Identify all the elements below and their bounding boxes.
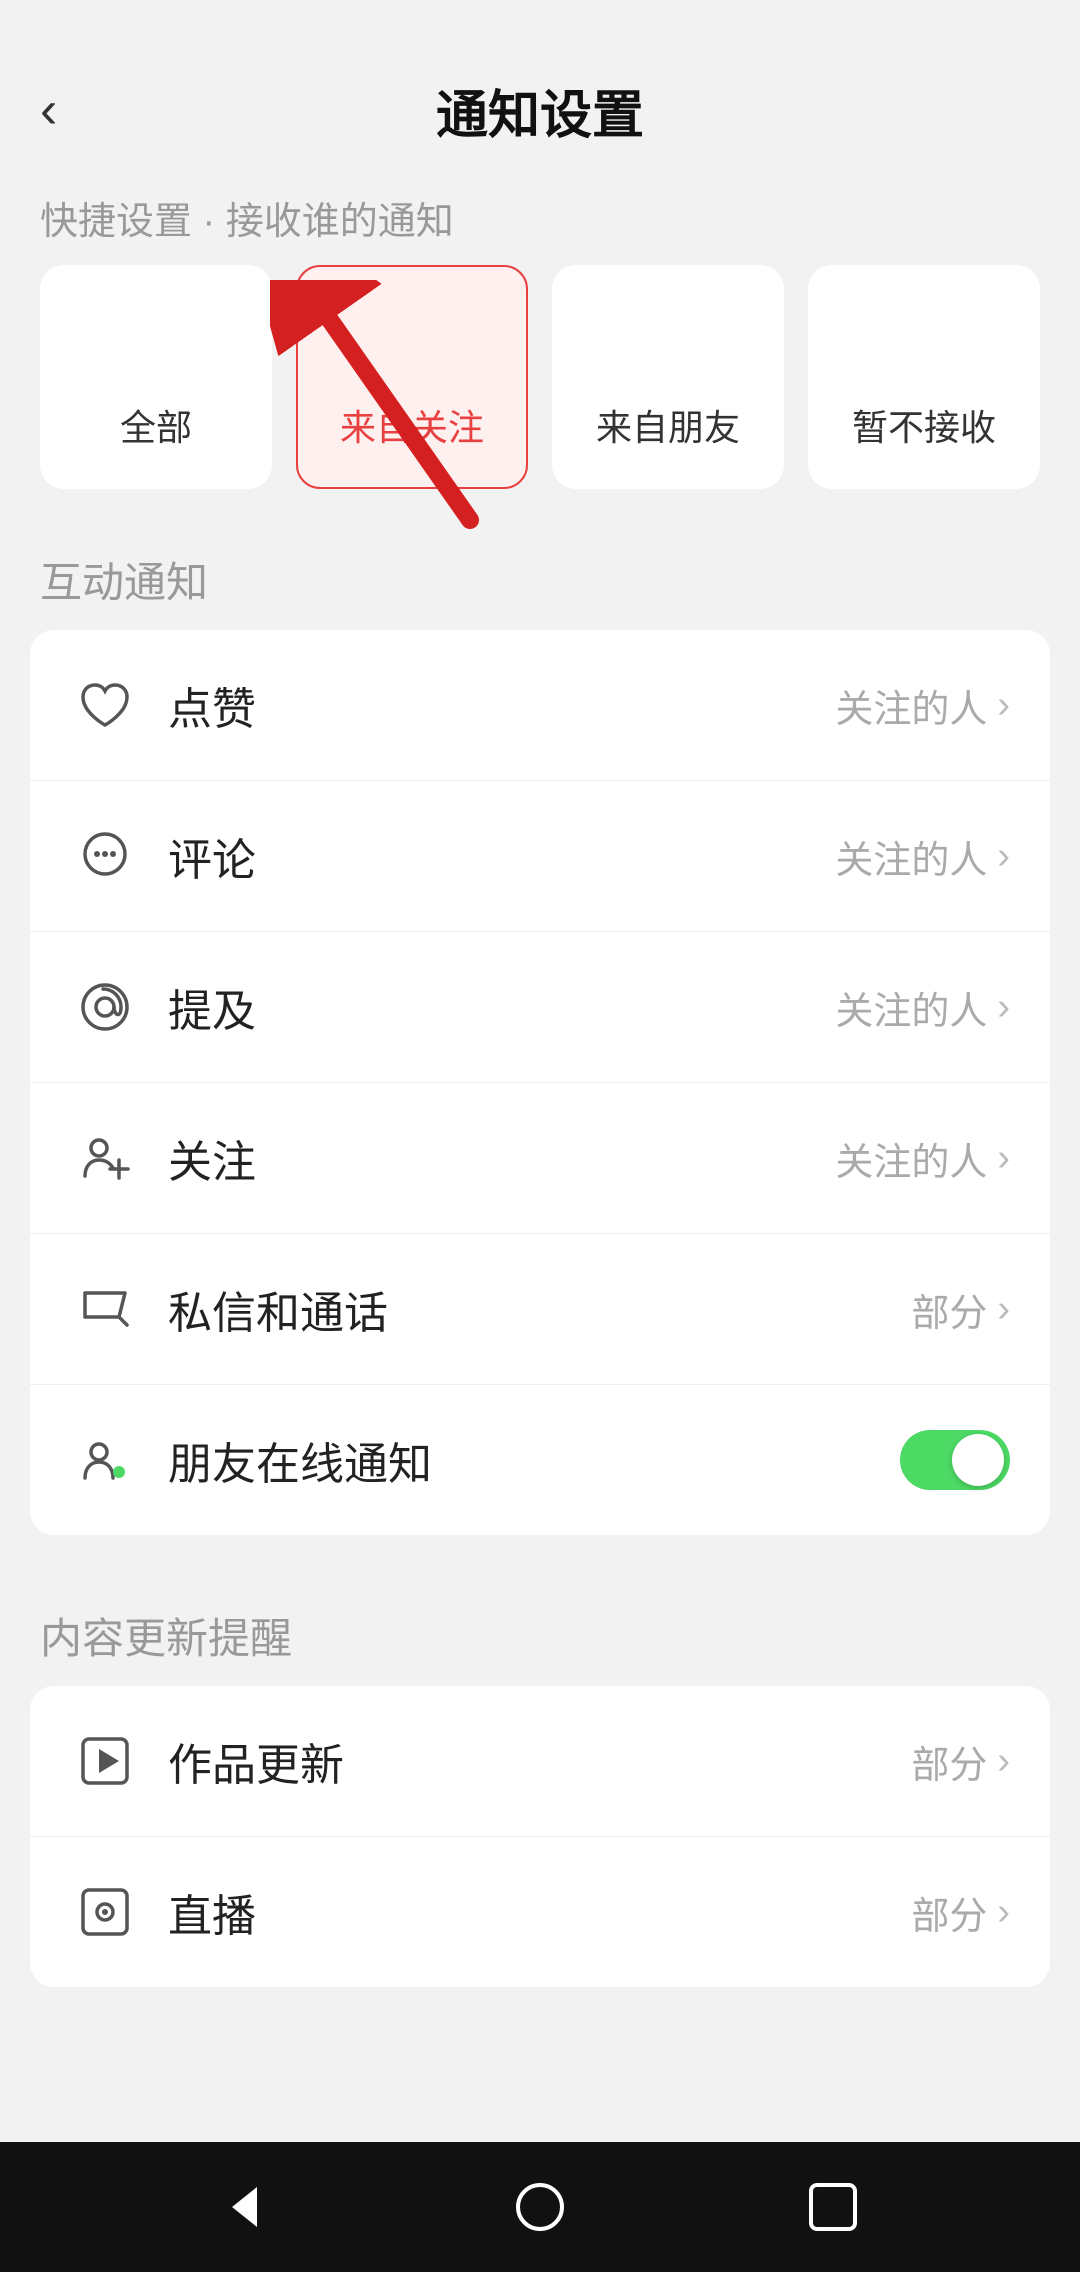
online-item[interactable]: 朋友在线通知 — [30, 1385, 1050, 1535]
mention-value: 关注的人 › — [835, 980, 1010, 1035]
like-value: 关注的人 › — [835, 678, 1010, 733]
works-chevron: › — [997, 1740, 1010, 1783]
nav-recent-button[interactable] — [793, 2167, 873, 2247]
message-chevron: › — [997, 1288, 1010, 1331]
live-item[interactable]: 直播 部分 › — [30, 1837, 1050, 1987]
quick-item-none[interactable]: 暂不接收 — [808, 265, 1040, 489]
like-label: 点赞 — [168, 673, 835, 737]
live-icon — [70, 1877, 140, 1947]
content-section-title: 内容更新提醒 — [0, 1575, 1080, 1686]
works-icon — [70, 1726, 140, 1796]
online-toggle[interactable] — [900, 1430, 1010, 1490]
message-value: 部分 › — [911, 1282, 1010, 1337]
quick-settings-label: 快捷设置 · 接收谁的通知 — [0, 160, 1080, 265]
back-button[interactable]: ‹ — [40, 80, 57, 140]
mention-item[interactable]: 提及 关注的人 › — [30, 932, 1050, 1083]
like-item[interactable]: 点赞 关注的人 › — [30, 630, 1050, 781]
interaction-section-title: 互动通知 — [0, 519, 1080, 630]
online-icon — [70, 1425, 140, 1495]
live-chevron: › — [997, 1891, 1010, 1934]
status-bar — [0, 0, 1080, 60]
quick-item-all[interactable]: 全部 — [40, 265, 272, 489]
live-label: 直播 — [168, 1880, 911, 1944]
comment-value: 关注的人 › — [835, 829, 1010, 884]
nav-home-button[interactable] — [500, 2167, 580, 2247]
navigation-bar — [0, 2142, 1080, 2272]
header: ‹ 通知设置 — [0, 60, 1080, 160]
follow-item[interactable]: 关注 关注的人 › — [30, 1083, 1050, 1234]
follow-label: 关注 — [168, 1126, 835, 1190]
quick-settings-grid: 全部 来自关注 来自朋友 — [0, 265, 1080, 519]
follow-chevron: › — [997, 1137, 1010, 1180]
page-title: 通知设置 — [436, 73, 644, 148]
mention-chevron: › — [997, 986, 1010, 1029]
quick-item-none-label: 暂不接收 — [852, 399, 996, 451]
comment-icon — [70, 821, 140, 891]
follow-value: 关注的人 › — [835, 1131, 1010, 1186]
comment-item[interactable]: 评论 关注的人 › — [30, 781, 1050, 932]
works-item[interactable]: 作品更新 部分 › — [30, 1686, 1050, 1837]
live-value: 部分 › — [911, 1885, 1010, 1940]
toggle-knob — [952, 1434, 1004, 1486]
message-icon — [70, 1274, 140, 1344]
mention-icon — [70, 972, 140, 1042]
works-value: 部分 › — [911, 1734, 1010, 1789]
follow-icon — [70, 1123, 140, 1193]
quick-item-all-label: 全部 — [120, 399, 192, 451]
online-label: 朋友在线通知 — [168, 1428, 900, 1492]
quick-item-friends-label: 来自朋友 — [596, 399, 740, 451]
interaction-card: 点赞 关注的人 › 评论 关注的人 › — [30, 630, 1050, 1535]
quick-item-friends[interactable]: 来自朋友 — [552, 265, 784, 489]
comment-chevron: › — [997, 835, 1010, 878]
comment-label: 评论 — [168, 824, 835, 888]
message-item[interactable]: 私信和通话 部分 › — [30, 1234, 1050, 1385]
like-icon — [70, 670, 140, 740]
like-chevron: › — [997, 684, 1010, 727]
nav-back-button[interactable] — [207, 2167, 287, 2247]
quick-item-following[interactable]: 来自关注 — [296, 265, 528, 489]
mention-label: 提及 — [168, 975, 835, 1039]
works-label: 作品更新 — [168, 1729, 911, 1793]
content-card: 作品更新 部分 › 直播 部分 › — [30, 1686, 1050, 1987]
quick-item-following-label: 来自关注 — [340, 399, 484, 451]
message-label: 私信和通话 — [168, 1277, 911, 1341]
